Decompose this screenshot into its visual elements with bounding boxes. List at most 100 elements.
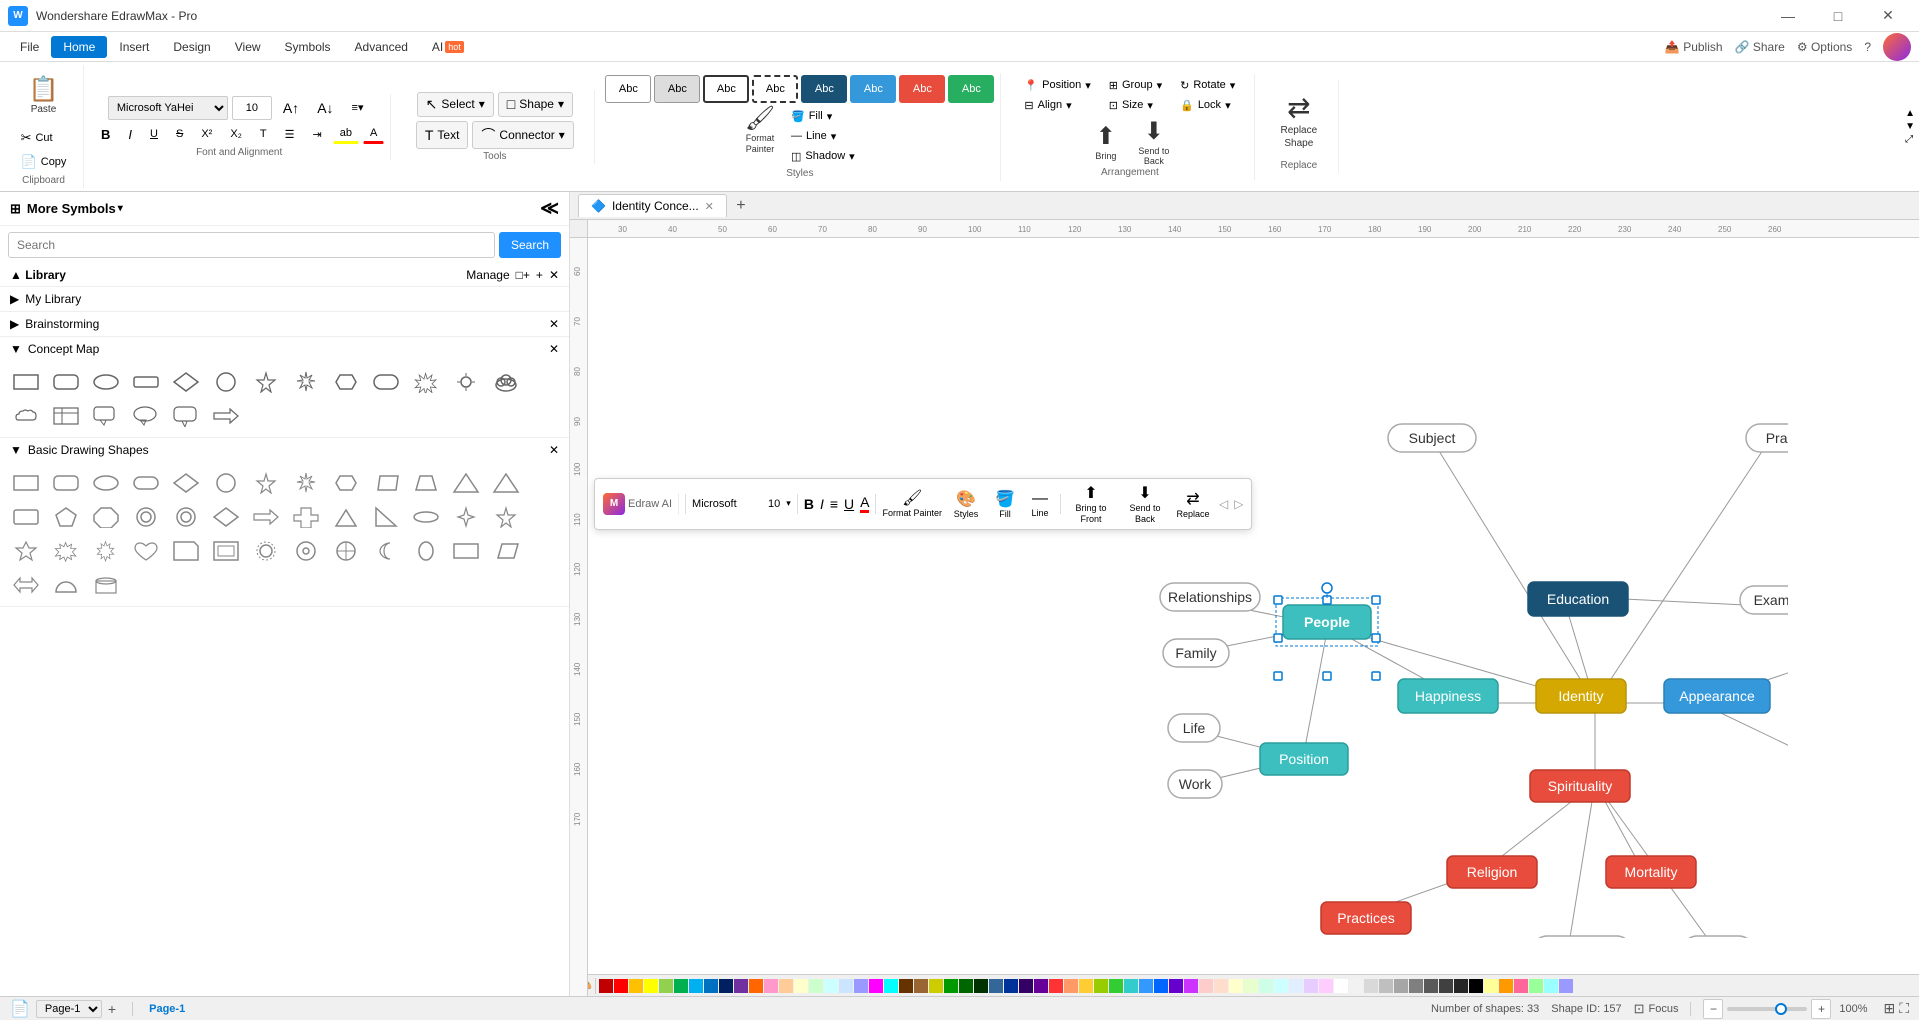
bs-tri2[interactable]	[488, 468, 524, 498]
bs-parallelogram2[interactable]	[488, 536, 524, 566]
minimize-button[interactable]: —	[1765, 0, 1811, 32]
color-swatch[interactable]	[1394, 979, 1408, 993]
format-painter-button[interactable]: 🖌 Format Painter	[738, 107, 782, 153]
rotate-button[interactable]: ↻ Rotate▾	[1173, 76, 1242, 95]
denial-node[interactable]: Denial	[1683, 936, 1753, 938]
color-swatch[interactable]	[1214, 979, 1228, 993]
canvas-wrapper[interactable]: 3040506070809010011012013014015016017018…	[570, 220, 1919, 996]
bs-cross[interactable]	[288, 502, 324, 532]
color-swatch[interactable]	[1034, 979, 1048, 993]
color-swatch[interactable]	[734, 979, 748, 993]
bs-burst6[interactable]	[48, 536, 84, 566]
color-swatch[interactable]	[974, 979, 988, 993]
bs-starburst[interactable]	[288, 468, 324, 498]
menu-ai[interactable]: AI hot	[420, 36, 476, 58]
fullscreen-icon[interactable]: ⛶	[1899, 1000, 1909, 1017]
bs-cylinder[interactable]	[88, 570, 124, 600]
bs-star6[interactable]	[8, 536, 44, 566]
bs-star[interactable]	[248, 468, 284, 498]
maximize-button[interactable]: □	[1815, 0, 1861, 32]
color-swatch[interactable]	[1454, 979, 1468, 993]
people-node[interactable]: People	[1274, 583, 1380, 680]
increase-font-btn[interactable]: A↑	[276, 97, 306, 119]
float-fill-btn[interactable]: 🪣 Fill	[990, 489, 1020, 519]
size-button[interactable]: ⊡ Size▾	[1102, 96, 1169, 115]
tab-close-icon[interactable]: ✕	[705, 200, 714, 213]
color-swatch[interactable]	[914, 979, 928, 993]
position-node[interactable]: Position	[1260, 743, 1348, 775]
select-button[interactable]: ↖ Select ▾	[417, 92, 494, 117]
menu-design[interactable]: Design	[161, 36, 222, 58]
mortality-node[interactable]: Mortality	[1606, 856, 1696, 888]
list-btn[interactable]: ☰	[278, 125, 302, 144]
bs-rect-wide[interactable]	[128, 468, 164, 498]
menu-insert[interactable]: Insert	[107, 36, 161, 58]
color-swatch[interactable]	[1499, 979, 1513, 993]
color-swatch[interactable]	[1439, 979, 1453, 993]
search-input[interactable]	[8, 232, 495, 258]
color-swatch[interactable]	[1364, 979, 1378, 993]
shape-burst[interactable]	[408, 367, 444, 397]
bs-circle[interactable]	[208, 468, 244, 498]
add-library-icon[interactable]: □+	[516, 268, 530, 282]
superscript-button[interactable]: X²	[194, 125, 219, 143]
spirituality-node[interactable]: Spirituality	[1530, 770, 1630, 802]
style-8[interactable]: Abc	[948, 75, 994, 103]
bs-circle-dot[interactable]	[288, 536, 324, 566]
shape-speech-ellipse[interactable]	[128, 401, 164, 431]
identity-node[interactable]: Identity	[1536, 679, 1626, 713]
color-swatch[interactable]	[884, 979, 898, 993]
position-button[interactable]: 📍 Position▾	[1017, 76, 1097, 95]
style-7[interactable]: Abc	[899, 75, 945, 103]
float-format-painter-btn[interactable]: 🖌 Format Painter	[882, 488, 942, 519]
bs-frame[interactable]	[208, 536, 244, 566]
bold-button[interactable]: B	[94, 124, 117, 145]
concept-map-header[interactable]: ▼ Concept Map ✕	[0, 337, 569, 361]
float-collapse-left[interactable]: ◁	[1219, 497, 1228, 511]
bs-parallelogram[interactable]	[368, 468, 404, 498]
color-swatch[interactable]	[1169, 979, 1183, 993]
color-swatch[interactable]	[779, 979, 793, 993]
bs-ring[interactable]	[128, 502, 164, 532]
bs-star4[interactable]	[448, 502, 484, 532]
brainstorming-close[interactable]: ✕	[549, 317, 559, 331]
color-swatch[interactable]	[1004, 979, 1018, 993]
shape-hexagon[interactable]	[328, 367, 364, 397]
appearance-node[interactable]: Appearance	[1664, 679, 1770, 713]
replace-shape-button[interactable]: ⇄ Replace Shape	[1269, 82, 1329, 158]
acceptance-node[interactable]: Acceptance	[1533, 936, 1631, 938]
lock-button[interactable]: 🔒 Lock▾	[1173, 96, 1242, 115]
font-size-input[interactable]	[232, 96, 272, 120]
help-btn[interactable]: ?	[1864, 40, 1871, 54]
zoom-in-button[interactable]: +	[1811, 999, 1831, 1019]
life-node[interactable]: Life	[1168, 714, 1220, 742]
paste-button[interactable]: 📋 Paste	[25, 67, 63, 123]
color-swatch[interactable]	[749, 979, 763, 993]
close-button[interactable]: ✕	[1865, 0, 1911, 32]
sidebar-expand-arrow[interactable]: ▾	[118, 203, 123, 214]
education-node[interactable]: Education	[1528, 582, 1628, 616]
color-swatch[interactable]	[1199, 979, 1213, 993]
bs-pentagon[interactable]	[48, 502, 84, 532]
options-btn[interactable]: ⚙ Options	[1797, 40, 1852, 54]
float-line-btn[interactable]: — Line	[1026, 490, 1054, 518]
color-swatch[interactable]	[854, 979, 868, 993]
color-swatch[interactable]	[1094, 979, 1108, 993]
color-swatch[interactable]	[1304, 979, 1318, 993]
bs-trapezoid[interactable]	[408, 468, 444, 498]
color-swatch[interactable]	[614, 979, 628, 993]
group-button[interactable]: ⊞ Group▾	[1102, 76, 1169, 95]
style-4[interactable]: Abc	[752, 75, 798, 103]
color-swatch[interactable]	[1244, 979, 1258, 993]
indent-btn[interactable]: ⇥	[306, 125, 329, 144]
highlight-btn[interactable]: ab	[333, 124, 359, 144]
float-color-btn[interactable]: A	[860, 494, 869, 513]
shape-cloud2[interactable]	[8, 401, 44, 431]
line-button[interactable]: —Line▾	[784, 127, 862, 146]
bs-diamond[interactable]	[168, 468, 204, 498]
bs-oval-tall[interactable]	[408, 536, 444, 566]
color-swatch[interactable]	[1124, 979, 1138, 993]
color-swatch[interactable]	[659, 979, 673, 993]
color-swatch[interactable]	[1559, 979, 1573, 993]
color-swatch[interactable]	[704, 979, 718, 993]
